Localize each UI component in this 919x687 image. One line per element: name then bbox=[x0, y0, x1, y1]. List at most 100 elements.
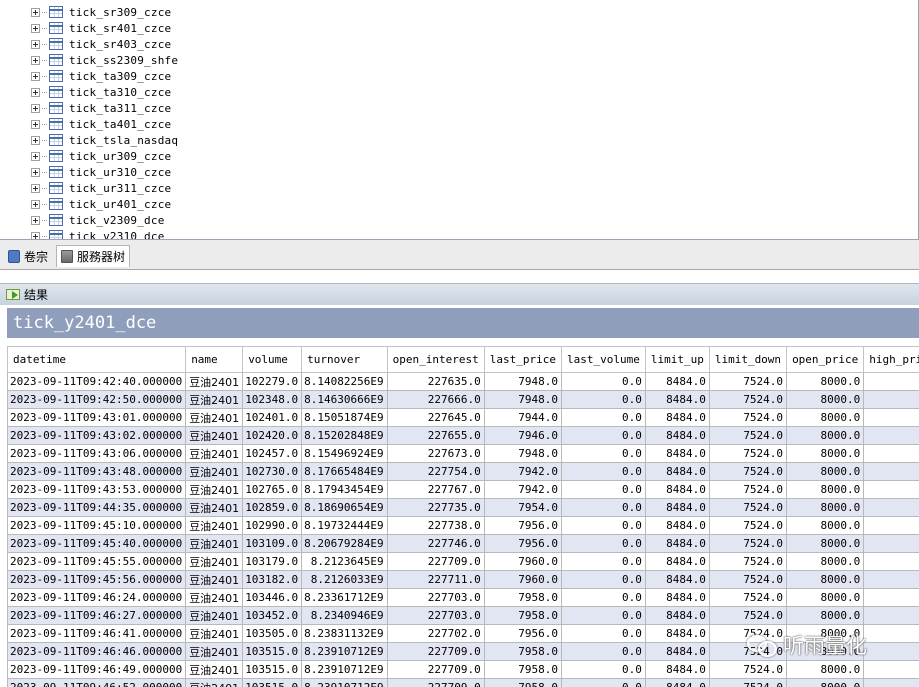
cell-limit-up[interactable]: 8484.0 bbox=[644, 624, 710, 643]
expand-icon[interactable] bbox=[31, 71, 40, 81]
table-tree-panel[interactable]: tick_sr309_czce tick_sr401_czce tick_sr403… bbox=[0, 0, 919, 240]
column-header-turnover[interactable]: turnover bbox=[301, 346, 388, 373]
cell-limit-up[interactable]: 8484.0 bbox=[644, 516, 710, 535]
cell-open-interest[interactable]: 227655.0 bbox=[386, 426, 485, 445]
column-header-open-price[interactable]: open_price bbox=[786, 346, 865, 373]
cell-limit-down[interactable]: 7524.0 bbox=[708, 426, 788, 445]
cell-volume[interactable]: 102730.0 bbox=[242, 462, 303, 481]
cell-last-volume[interactable]: 0.0 bbox=[560, 462, 646, 481]
cell-open-price[interactable]: 8000.0 bbox=[786, 606, 865, 625]
cell-last-volume[interactable]: 0.0 bbox=[560, 372, 646, 391]
table-row[interactable]: 2023-09-11T09:42:50.000000 豆油2401 102348.0… bbox=[7, 390, 919, 409]
cell-datetime[interactable]: 2023-09-11T09:42:50.000000 bbox=[7, 390, 187, 409]
cell-open-interest[interactable]: 227709.0 bbox=[386, 642, 485, 661]
column-header-last-price[interactable]: last_price bbox=[483, 346, 562, 373]
cell-turnover[interactable]: 8.23910712E9 bbox=[301, 642, 388, 661]
cell-open-price[interactable]: 8000.0 bbox=[786, 570, 865, 589]
cell-high-price[interactable]: 8 bbox=[863, 408, 919, 427]
cell-last-price[interactable]: 7956.0 bbox=[483, 516, 562, 535]
cell-open-interest[interactable]: 227666.0 bbox=[386, 390, 485, 409]
tree-item[interactable]: tick_ur401_czce bbox=[31, 196, 171, 212]
cell-volume[interactable]: 103515.0 bbox=[242, 660, 303, 679]
tree-item[interactable]: tick_v2310_dce bbox=[31, 228, 165, 239]
cell-volume[interactable]: 102457.0 bbox=[242, 444, 303, 463]
tab-server-tree[interactable]: 服務器树 bbox=[56, 245, 131, 267]
tree-item[interactable]: tick_ur311_czce bbox=[31, 180, 171, 196]
cell-name[interactable]: 豆油2401 bbox=[185, 588, 244, 607]
cell-limit-up[interactable]: 8484.0 bbox=[644, 498, 710, 517]
tree-item[interactable]: tick_ta309_czce bbox=[31, 68, 171, 84]
cell-open-price[interactable]: 8000.0 bbox=[786, 552, 865, 571]
cell-last-volume[interactable]: 0.0 bbox=[560, 426, 646, 445]
cell-open-interest[interactable]: 227711.0 bbox=[386, 570, 485, 589]
cell-limit-down[interactable]: 7524.0 bbox=[708, 552, 788, 571]
cell-open-price[interactable]: 8000.0 bbox=[786, 444, 865, 463]
cell-last-volume[interactable]: 0.0 bbox=[560, 444, 646, 463]
cell-last-price[interactable]: 7944.0 bbox=[483, 408, 562, 427]
tab-archive[interactable]: 卷宗 bbox=[4, 245, 52, 267]
cell-last-volume[interactable]: 0.0 bbox=[560, 498, 646, 517]
cell-volume[interactable]: 103505.0 bbox=[242, 624, 303, 643]
cell-turnover[interactable]: 8.2123645E9 bbox=[301, 552, 388, 571]
cell-turnover[interactable]: 8.14082256E9 bbox=[301, 372, 388, 391]
cell-open-interest[interactable]: 227703.0 bbox=[386, 588, 485, 607]
cell-volume[interactable]: 103109.0 bbox=[242, 534, 303, 553]
column-header-high-price[interactable]: high_price bbox=[863, 346, 919, 373]
cell-high-price[interactable]: 8 bbox=[863, 462, 919, 481]
cell-high-price[interactable]: 8 bbox=[863, 498, 919, 517]
cell-open-interest[interactable]: 227746.0 bbox=[386, 534, 485, 553]
cell-name[interactable]: 豆油2401 bbox=[185, 390, 244, 409]
cell-last-price[interactable]: 7956.0 bbox=[483, 534, 562, 553]
cell-turnover[interactable]: 8.18690654E9 bbox=[301, 498, 388, 517]
cell-limit-up[interactable]: 8484.0 bbox=[644, 426, 710, 445]
cell-limit-up[interactable]: 8484.0 bbox=[644, 408, 710, 427]
cell-turnover[interactable]: 8.20679284E9 bbox=[301, 534, 388, 553]
cell-name[interactable]: 豆油2401 bbox=[185, 480, 244, 499]
cell-open-interest[interactable]: 227645.0 bbox=[386, 408, 485, 427]
cell-name[interactable]: 豆油2401 bbox=[185, 624, 244, 643]
cell-turnover[interactable]: 8.15496924E9 bbox=[301, 444, 388, 463]
cell-limit-up[interactable]: 8484.0 bbox=[644, 480, 710, 499]
cell-last-volume[interactable]: 0.0 bbox=[560, 606, 646, 625]
table-row[interactable]: 2023-09-11T09:43:53.000000 豆油2401 102765.0… bbox=[7, 480, 919, 499]
cell-name[interactable]: 豆油2401 bbox=[185, 642, 244, 661]
cell-limit-down[interactable]: 7524.0 bbox=[708, 606, 788, 625]
tree-item[interactable]: tick_sr309_czce bbox=[31, 4, 171, 20]
tree-item[interactable]: tick_sr403_czce bbox=[31, 36, 171, 52]
cell-volume[interactable]: 102990.0 bbox=[242, 516, 303, 535]
cell-open-interest[interactable]: 227735.0 bbox=[386, 498, 485, 517]
cell-limit-down[interactable]: 7524.0 bbox=[708, 480, 788, 499]
cell-limit-up[interactable]: 8484.0 bbox=[644, 660, 710, 679]
cell-high-price[interactable]: 8 bbox=[863, 534, 919, 553]
cell-datetime[interactable]: 2023-09-11T09:45:56.000000 bbox=[7, 570, 187, 589]
expand-icon[interactable] bbox=[31, 119, 40, 129]
column-header-volume[interactable]: volume bbox=[242, 346, 303, 373]
cell-datetime[interactable]: 2023-09-11T09:43:02.000000 bbox=[7, 426, 187, 445]
cell-open-interest[interactable]: 227738.0 bbox=[386, 516, 485, 535]
cell-open-interest[interactable]: 227703.0 bbox=[386, 606, 485, 625]
table-row[interactable]: 2023-09-11T09:43:02.000000 豆油2401 102420.0… bbox=[7, 426, 919, 445]
cell-turnover[interactable]: 8.14630666E9 bbox=[301, 390, 388, 409]
cell-last-volume[interactable]: 0.0 bbox=[560, 480, 646, 499]
cell-limit-down[interactable]: 7524.0 bbox=[708, 588, 788, 607]
column-header-name[interactable]: name bbox=[185, 346, 244, 373]
cell-open-interest[interactable]: 227767.0 bbox=[386, 480, 485, 499]
table-row[interactable]: 2023-09-11T09:43:01.000000 豆油2401 102401.0… bbox=[7, 408, 919, 427]
cell-datetime[interactable]: 2023-09-11T09:46:49.000000 bbox=[7, 660, 187, 679]
cell-limit-down[interactable]: 7524.0 bbox=[708, 462, 788, 481]
cell-limit-up[interactable]: 8484.0 bbox=[644, 552, 710, 571]
cell-datetime[interactable]: 2023-09-11T09:42:40.000000 bbox=[7, 372, 187, 391]
expand-icon[interactable] bbox=[31, 87, 40, 97]
cell-open-interest[interactable]: 227754.0 bbox=[386, 462, 485, 481]
cell-name[interactable]: 豆油2401 bbox=[185, 660, 244, 679]
cell-datetime[interactable]: 2023-09-11T09:45:40.000000 bbox=[7, 534, 187, 553]
cell-limit-up[interactable]: 8484.0 bbox=[644, 372, 710, 391]
table-row[interactable]: 2023-09-11T09:43:06.000000 豆油2401 102457.0… bbox=[7, 444, 919, 463]
cell-high-price[interactable]: 8 bbox=[863, 516, 919, 535]
cell-name[interactable]: 豆油2401 bbox=[185, 678, 244, 687]
cell-last-price[interactable]: 7960.0 bbox=[483, 552, 562, 571]
cell-datetime[interactable]: 2023-09-11T09:46:46.000000 bbox=[7, 642, 187, 661]
cell-open-price[interactable]: 8000.0 bbox=[786, 516, 865, 535]
cell-open-price[interactable]: 8000.0 bbox=[786, 426, 865, 445]
cell-last-price[interactable]: 7958.0 bbox=[483, 678, 562, 687]
